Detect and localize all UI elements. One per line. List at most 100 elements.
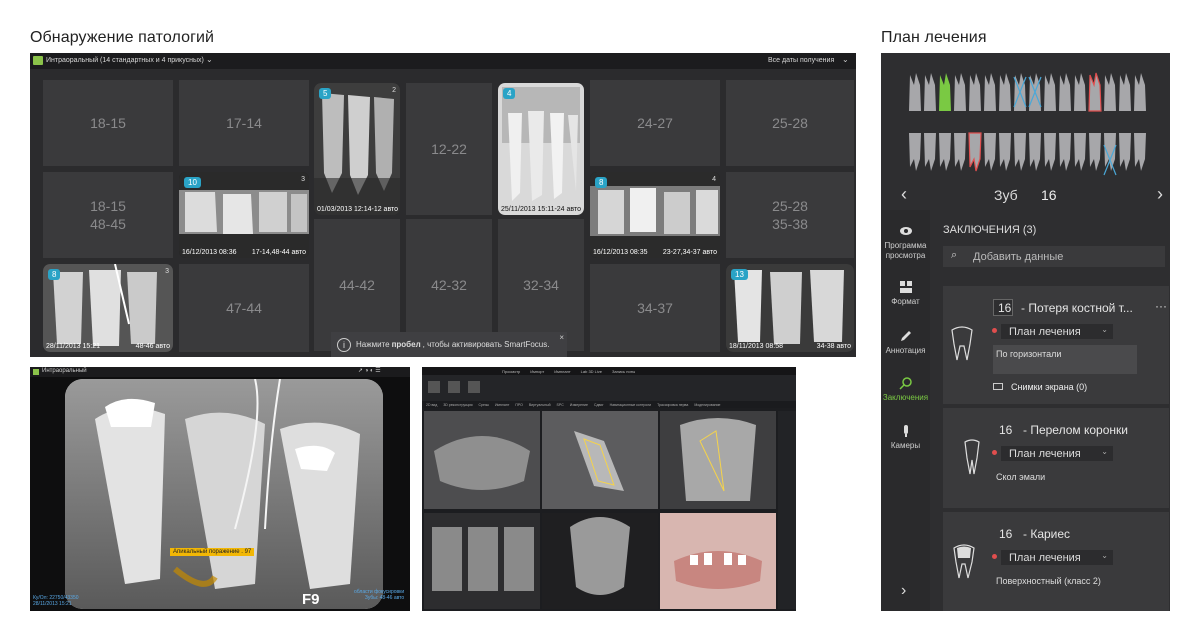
image-teeth: 48-46 авто: [135, 343, 170, 350]
tooth-lower[interactable]: [999, 133, 1011, 171]
next-tooth-icon[interactable]: ›: [1157, 184, 1163, 205]
dental-chart[interactable]: [907, 67, 1147, 177]
status-dropdown[interactable]: План лечения ⌄: [1001, 550, 1113, 565]
slot-34-37[interactable]: 34-37: [590, 264, 720, 352]
tooth-upper[interactable]: [909, 73, 921, 111]
finding-tooth-number: 16: [999, 527, 1013, 541]
tooth-label: Зуб: [994, 187, 1018, 203]
tooth-lower[interactable]: [909, 133, 921, 171]
image-date: 18/11/2013 08:58: [729, 343, 783, 350]
status-dropdown[interactable]: План лечения ⌄: [1001, 324, 1113, 339]
xray-thumbnail[interactable]: 10 3 16/12/2013 08:36 17-14,48-44 авто: [179, 172, 309, 258]
tooth-lower[interactable]: [924, 133, 936, 171]
xray-thumbnail[interactable]: 8 4 16/12/2013 08:35 23-27,34-37 авто: [590, 172, 720, 258]
tooth-icon: [951, 326, 973, 361]
pathology-panel: Интраоральный (14 стандартных и 4 прикус…: [30, 53, 856, 357]
sidebar-item-format[interactable]: Формат: [881, 280, 930, 307]
tooth-lower[interactable]: [1134, 133, 1146, 171]
series-dropdown[interactable]: Интраоральный (14 стандартных и 4 прикус…: [46, 57, 204, 64]
slot-18-15[interactable]: 18-15: [43, 80, 173, 166]
slot-17-14[interactable]: 17-14: [179, 80, 309, 166]
slot-18-15-48-45[interactable]: 18-15 48-45: [43, 172, 173, 258]
tab-view[interactable]: Просмотр: [502, 369, 520, 374]
sidebar-item-cameras[interactable]: Камеры: [881, 424, 930, 451]
xray-thumbnail[interactable]: 4 25/11/2013 15:11-24 авто: [498, 83, 584, 215]
conclusions-title: ЗАКЛЮЧЕНИЯ (3): [943, 224, 1037, 236]
layout-icon: [899, 281, 912, 293]
tooth-upper[interactable]: [1088, 72, 1102, 112]
camera-icon: [903, 425, 908, 437]
tab-implant[interactable]: Имплант: [554, 369, 570, 374]
tooth-lower[interactable]: [954, 133, 966, 171]
tooth-lower[interactable]: [1104, 133, 1116, 171]
xray-thumbnail[interactable]: 5 2 01/03/2013 12:14-12 авто: [314, 83, 400, 215]
close-icon[interactable]: ×: [559, 333, 564, 342]
cbct-viewer[interactable]: Просмотр Импорт Имплант Lab 3D Live Запи…: [422, 367, 796, 611]
cbct-side-panel: [778, 411, 796, 609]
chevron-down-icon: ⌄: [1101, 325, 1108, 334]
prev-tooth-icon[interactable]: ‹: [901, 184, 907, 205]
tooth-lower[interactable]: [939, 133, 951, 171]
tab-notes[interactable]: Запись ноты: [612, 369, 635, 374]
f9-label: F9: [302, 591, 320, 608]
add-data-search[interactable]: ⌕ Добавить данные: [943, 246, 1165, 267]
expand-sidebar-icon[interactable]: ›: [901, 582, 906, 600]
tooth-upper[interactable]: [954, 73, 966, 111]
tooth-upper[interactable]: [924, 73, 936, 111]
image-count-badge: 5: [319, 88, 332, 99]
dates-filter[interactable]: Все даты получения: [768, 57, 834, 64]
sidebar-item-findings[interactable]: Заключения: [881, 376, 930, 403]
image-stack-count: 4: [712, 176, 716, 183]
xray-thumbnail[interactable]: 13 18/11/2013 08:58 34-38 авто: [726, 264, 854, 352]
tooth-upper[interactable]: [1134, 73, 1146, 111]
tab-import[interactable]: Импорт: [530, 369, 544, 374]
more-options-icon[interactable]: ···: [1155, 299, 1167, 313]
tooth-lower[interactable]: [984, 133, 996, 171]
tab-lab[interactable]: Lab 3D Live: [581, 369, 602, 374]
finding-label[interactable]: Апикальный поражение . 97: [170, 548, 255, 556]
sidebar-item-viewer[interactable]: Программа просмотра: [881, 224, 930, 261]
tooth-upper[interactable]: [1044, 73, 1056, 111]
finding-card[interactable]: 16 - Перелом коронки План лечения ⌄ Скол …: [943, 408, 1169, 508]
tooth-lower[interactable]: [1029, 133, 1041, 171]
intraoral-viewer[interactable]: Интраоральный ➚ ◑ ◐ ☰ Апикальный поражен…: [30, 367, 410, 611]
tooth-lower[interactable]: [1074, 133, 1086, 171]
tooth-upper[interactable]: [939, 73, 951, 111]
viewer-mode[interactable]: Интраоральный: [42, 368, 87, 374]
tool-icon[interactable]: [448, 381, 460, 393]
tooth-upper[interactable]: [969, 73, 981, 111]
image-teeth: 34-38 авто: [816, 343, 851, 350]
sidebar-item-annotation[interactable]: Аннотация: [881, 329, 930, 356]
tooth-lower[interactable]: [1014, 133, 1026, 171]
tooth-lower[interactable]: [968, 132, 982, 172]
tooth-upper[interactable]: [1119, 73, 1131, 111]
tooth-upper[interactable]: [999, 73, 1011, 111]
finding-card[interactable]: 16 - Потеря костной т... ··· План лечени…: [943, 286, 1169, 404]
tooth-lower[interactable]: [1089, 133, 1101, 171]
note-field[interactable]: По горизонтали: [993, 345, 1137, 374]
slot-47-44[interactable]: 47-44: [179, 264, 309, 352]
slot-12-22[interactable]: 12-22: [406, 83, 492, 215]
tool-icon[interactable]: [468, 381, 480, 393]
tool-icon[interactable]: [428, 381, 440, 393]
tooth-upper[interactable]: [1059, 73, 1071, 111]
finding-title: - Потеря костной т...: [1021, 301, 1133, 315]
tooth-upper[interactable]: [984, 73, 996, 111]
viewer-tools-icon[interactable]: ➚ ◑ ◐ ☰: [358, 367, 381, 374]
image-date: 28/11/2013 15:21: [46, 343, 100, 350]
tooth-lower[interactable]: [1119, 133, 1131, 171]
tooth-upper[interactable]: [1074, 73, 1086, 111]
xray-thumbnail[interactable]: 8 3 28/11/2013 15:21 48-46 авто: [43, 264, 173, 352]
finding-card[interactable]: 16 - Кариес План лечения ⌄ Поверхностный …: [943, 512, 1169, 611]
chevron-down-icon[interactable]: ⌄: [842, 55, 849, 64]
status-dropdown[interactable]: План лечения ⌄: [1001, 446, 1113, 461]
slot-24-27[interactable]: 24-27: [590, 80, 720, 166]
tooth-lower[interactable]: [1059, 133, 1071, 171]
screenshots-link[interactable]: Снимки экрана (0): [1011, 382, 1087, 392]
tooth-lower[interactable]: [1044, 133, 1056, 171]
chevron-down-icon[interactable]: ⌄: [206, 55, 213, 64]
slot-25-28-35-38[interactable]: 25-28 35-38: [726, 172, 854, 258]
tooth-upper[interactable]: [1104, 73, 1116, 111]
slot-25-28[interactable]: 25-28: [726, 80, 854, 166]
intraoral-icon: [33, 56, 43, 65]
